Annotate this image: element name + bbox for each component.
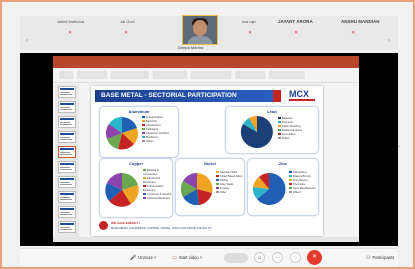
participants-icon: ⚇ bbox=[366, 255, 371, 261]
ribbon-group bbox=[269, 71, 305, 79]
current-slide: BASE METAL - SECTORIAL PARTICIPATION MCX… bbox=[91, 86, 323, 236]
slide-thumbnail[interactable] bbox=[58, 206, 76, 218]
slide-thumbnail[interactable] bbox=[58, 116, 76, 128]
share-button[interactable] bbox=[224, 253, 248, 263]
powerpoint-window: BASE METAL - SECTORIAL PARTICIPATION MCX… bbox=[53, 56, 359, 242]
panel-title: Lead bbox=[267, 109, 277, 114]
zinc-panel: Zinc Galvanizing Brass & Bronze Zinc All… bbox=[247, 158, 319, 216]
ribbon-group bbox=[235, 71, 265, 79]
lead-legend: Batteries Pigments Cable sheathing Rolle… bbox=[278, 117, 302, 141]
reactions-icon[interactable]: ☺ bbox=[254, 252, 265, 263]
slide-thumbnail[interactable] bbox=[58, 131, 76, 143]
panel-title: Aluminium bbox=[128, 109, 150, 114]
start-video-button[interactable]: ▭ Start video ˅ bbox=[172, 253, 202, 263]
gallery-next-icon[interactable]: › bbox=[388, 38, 390, 44]
slide-thumbnail[interactable] bbox=[58, 176, 76, 188]
muted-mic-icon: ✕ bbox=[124, 30, 129, 36]
slide-footer-note: WE HAVE ENERGY ! BASE METAL (ALUMINIUM, … bbox=[99, 220, 249, 232]
video-off-icon: ▭ bbox=[172, 255, 177, 261]
muted-mic-icon: ✕ bbox=[294, 30, 299, 36]
mcx-logo: MCX bbox=[287, 89, 319, 103]
participant-name-3: iwa rajn bbox=[242, 19, 256, 24]
meeting-toolbar: 🎤 Unmute ˅ ▭ Start video ˅ ☺ ⋯ ◌ ✕ ⚇ Partic… bbox=[20, 248, 398, 267]
participant-name-1: Jaikrit Malhotra bbox=[57, 19, 85, 24]
ribbon-group bbox=[153, 71, 187, 79]
ribbon-group bbox=[191, 71, 231, 79]
lead-pie-icon bbox=[240, 115, 273, 148]
muted-mic-icon: ✕ bbox=[248, 30, 253, 36]
lead-panel: Lead Batteries Pigments Cable sheathing … bbox=[225, 106, 319, 154]
ribbon-group bbox=[77, 71, 107, 79]
active-speaker-name: Deepa Mahtra bbox=[178, 45, 204, 50]
participant-name-5: ANSHU MANDIAN bbox=[341, 19, 380, 24]
participant-name-4: JAYANT ARORA bbox=[278, 19, 313, 24]
panel-title: Copper bbox=[129, 161, 143, 166]
muted-mic-icon: ✕ bbox=[351, 30, 356, 36]
ppt-title-bar bbox=[53, 56, 359, 63]
slide-title-accent bbox=[273, 90, 281, 102]
unmute-button[interactable]: 🎤 Unmute ˅ bbox=[130, 253, 157, 263]
side-panel-arrow-icon[interactable]: › bbox=[398, 144, 400, 150]
slide-thumbnail[interactable] bbox=[58, 161, 76, 173]
active-speaker-video[interactable] bbox=[182, 15, 218, 45]
end-call-button[interactable]: ✕ bbox=[307, 250, 322, 265]
muted-mic-icon: ✕ bbox=[68, 30, 73, 36]
slide-thumbnail[interactable] bbox=[58, 191, 76, 203]
zinc-pie-icon bbox=[252, 172, 286, 205]
nickel-legend: Stainless Steel Nickel Based Alloys Plat… bbox=[216, 171, 243, 195]
slide-thumbnail[interactable] bbox=[58, 221, 76, 233]
ribbon-group bbox=[111, 71, 149, 79]
panel-title: Nickel bbox=[204, 161, 216, 166]
participants-button[interactable]: ⚇ Participants bbox=[366, 253, 394, 263]
aluminium-pie-icon bbox=[105, 117, 138, 150]
nickel-panel: Nickel Stainless Steel Nickel Based Allo… bbox=[175, 158, 245, 216]
gallery-prev-icon[interactable]: ‹ bbox=[26, 38, 28, 44]
slide-thumbnail[interactable] bbox=[58, 101, 76, 113]
alert-circle-icon bbox=[99, 221, 108, 230]
ribbon-group bbox=[59, 71, 73, 79]
slide-thumbnail[interactable] bbox=[58, 86, 76, 98]
more-options-icon[interactable]: ⋯ bbox=[272, 252, 283, 263]
panel-title: Zinc bbox=[278, 161, 288, 166]
copper-legend: Building & Construction Electrical & Ele… bbox=[143, 169, 172, 200]
copper-pie-icon bbox=[105, 173, 139, 207]
ppt-status-bar bbox=[53, 237, 359, 242]
mic-muted-icon: 🎤 bbox=[130, 255, 137, 261]
participant-name-2: Jai Goel bbox=[120, 19, 135, 24]
speaker-face bbox=[193, 20, 207, 36]
nickel-pie-icon bbox=[180, 172, 213, 206]
copper-panel: Copper Building & Construction Electrica… bbox=[99, 158, 173, 218]
meeting-window: ‹ Jaikrit Malhotra ✕ Jai Goel ✕ iwa rajn… bbox=[0, 0, 415, 269]
settings-icon[interactable]: ◌ bbox=[290, 252, 301, 263]
aluminium-legend: Transportation Electricity Construction … bbox=[142, 116, 169, 144]
ppt-ribbon bbox=[53, 68, 359, 83]
speaker-shirt bbox=[187, 36, 213, 44]
aluminium-panel: Aluminium Transportation Electricity Con… bbox=[99, 106, 179, 158]
slide-thumbnail-selected[interactable] bbox=[58, 146, 76, 158]
slide-title: BASE METAL - SECTORIAL PARTICIPATION bbox=[95, 90, 273, 102]
zinc-legend: Galvanizing Brass & Bronze Zinc Alloying… bbox=[289, 171, 316, 195]
slide-thumbnail-pane bbox=[55, 84, 79, 240]
